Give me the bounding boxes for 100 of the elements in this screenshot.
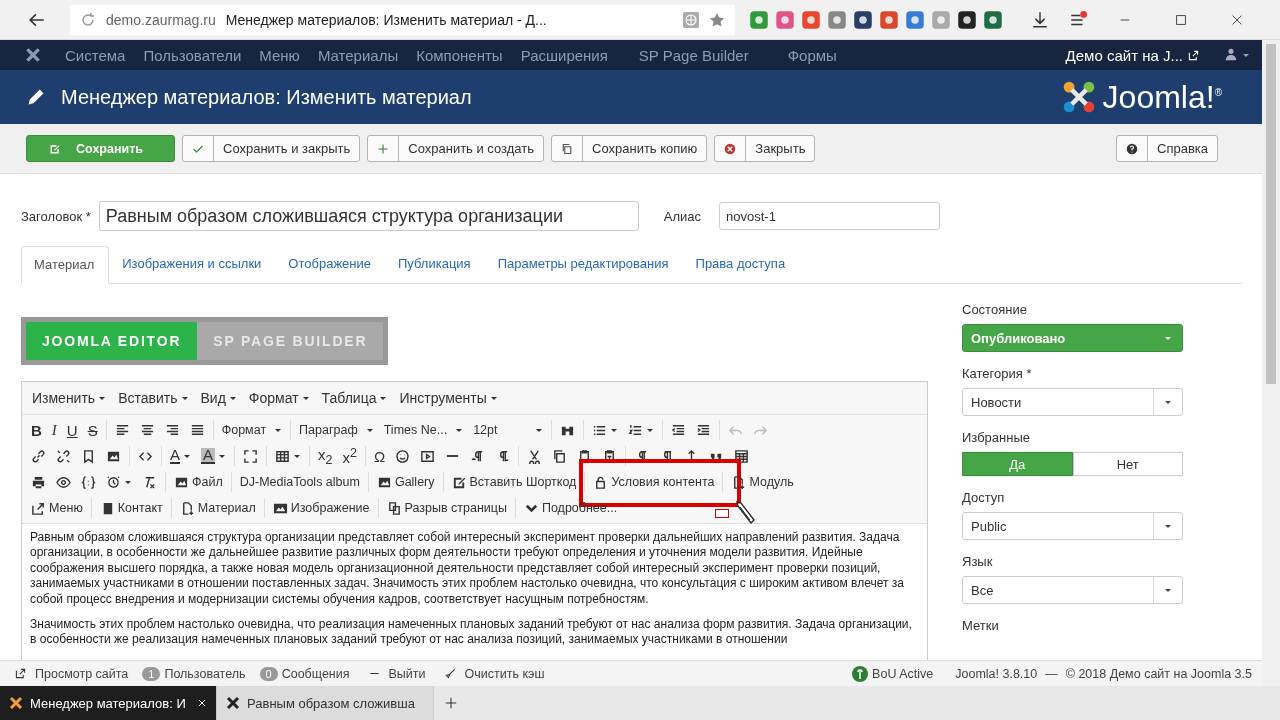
scrollbar[interactable]	[1262, 40, 1280, 686]
editor-button[interactable]: Gallery	[371, 470, 440, 494]
format-button[interactable]: B	[26, 418, 47, 442]
site-link[interactable]: Демо сайт на J...	[1065, 46, 1183, 64]
editor-button[interactable]: DJ-MediaTools album	[234, 470, 365, 494]
caret-icon	[535, 426, 544, 434]
select-field[interactable]: Public	[962, 512, 1183, 540]
new-tab-icon[interactable]	[444, 696, 458, 710]
status-link[interactable]: Выйти	[388, 666, 426, 681]
browser-tab[interactable]: Равным образом сложивша	[217, 686, 434, 720]
extension-icon[interactable]	[957, 9, 977, 30]
menu-item[interactable]: Расширения	[520, 46, 608, 64]
editor-menu[interactable]: Инструменты	[393, 388, 504, 408]
menu-item[interactable]: Материалы	[317, 46, 399, 64]
pencil-icon	[26, 87, 46, 107]
star-icon[interactable]	[709, 11, 725, 28]
paragraph: Значимость этих проблем настолько очевидна, что реализация намеченных плановых заданий требуют от нас анализа форм развития. Задача организации, в особенности же реализация намеченных плановых заданий требуют от нас анализа позиций, занимаемых участниками в отношении	[30, 617, 913, 648]
format-button[interactable]: I	[46, 418, 62, 442]
editor-button[interactable]: Подробнее...	[518, 496, 623, 520]
menu-item[interactable]: Меню	[259, 46, 300, 64]
menu-item[interactable]: Формы	[787, 46, 837, 64]
reload-icon[interactable]	[80, 11, 96, 28]
browser-tab[interactable]: Менеджер материалов: И	[0, 686, 217, 720]
editor-button[interactable]: Вставить Шорткод	[446, 470, 582, 494]
download-icon[interactable]	[1031, 10, 1049, 29]
close-icon[interactable]	[196, 697, 208, 709]
editor-button[interactable]: Контакт	[94, 496, 168, 520]
tab[interactable]: Изображения и ссылки	[110, 246, 276, 283]
tab[interactable]: Права доступа	[683, 246, 800, 283]
url-text: demo.zaurmag.ru	[106, 11, 216, 28]
menu-item[interactable]: SP Page Builder	[638, 46, 749, 64]
indent-icon	[696, 422, 712, 438]
format-button[interactable]: S	[82, 418, 103, 442]
caret-icon	[228, 394, 237, 402]
select-field[interactable]: Новости	[962, 388, 1183, 416]
field-label: Доступ	[962, 490, 1006, 505]
tab[interactable]: Отображение	[276, 246, 385, 283]
editor-menu[interactable]: Формат	[242, 388, 316, 408]
align-justify-icon	[189, 422, 205, 438]
caret-icon	[124, 478, 132, 486]
editor-button[interactable]: Разрыв страницы	[381, 496, 512, 520]
editor-menu[interactable]: Изменить	[26, 388, 113, 408]
format-button[interactable]: x$^{2}$	[337, 444, 362, 468]
horizontal-line-icon	[445, 454, 461, 458]
editor-menu[interactable]: Вставить	[112, 388, 195, 408]
alias-field[interactable]: novost-1	[719, 202, 941, 230]
status-link[interactable]: Очистить кэш	[464, 666, 545, 681]
toolbar-button[interactable]: Сохранить и создать	[367, 135, 544, 162]
align-left-icon	[114, 422, 130, 438]
maximize-icon[interactable]	[1174, 12, 1188, 27]
broken-link-icon	[56, 448, 71, 464]
toolbar-button[interactable]: Сохранить копию	[551, 135, 708, 162]
share-icon	[31, 500, 46, 516]
caret-icon	[274, 426, 283, 434]
select-field[interactable]: Все	[962, 576, 1183, 604]
status-link[interactable]: Сообщения	[281, 666, 350, 681]
format-button[interactable]: Ω	[368, 444, 391, 468]
caret-icon	[1164, 586, 1172, 594]
menu-item[interactable]: Компоненты	[416, 46, 503, 64]
caret-icon[interactable]	[1242, 51, 1250, 59]
copy-icon	[561, 142, 573, 155]
dropdown-button[interactable]: Формат	[216, 418, 288, 442]
editor-button[interactable]: Материал	[174, 496, 261, 520]
tab[interactable]: Материал	[21, 246, 110, 284]
dropdown-button[interactable]: 12pt	[468, 418, 549, 442]
caret-icon	[98, 394, 107, 402]
format-button[interactable]: A	[196, 444, 232, 468]
status-link[interactable]: Просмотр сайта	[35, 666, 129, 681]
numbered-list-icon	[628, 422, 644, 438]
address-bar[interactable]: demo.zaurmag.ru Менеджер материалов: Изменить материал - Д...	[70, 4, 735, 35]
external-icon	[1188, 49, 1199, 61]
help-button[interactable]: Справка	[1116, 135, 1218, 162]
format-button[interactable]: U	[61, 418, 83, 442]
toolbar-button[interactable]: Сохранить и закрыть	[182, 135, 361, 162]
format-button[interactable]: A	[165, 444, 196, 468]
caret-icon	[489, 394, 498, 402]
editor-button[interactable]: Меню	[26, 496, 88, 520]
eye-icon	[56, 474, 71, 490]
format-button[interactable]: x$_{2}$	[313, 444, 338, 468]
caret-icon	[365, 426, 374, 434]
editor-menu[interactable]: Вид	[194, 388, 243, 408]
dropdown-button[interactable]: Параграф	[294, 418, 379, 442]
editor-button[interactable]: Файл	[169, 470, 228, 494]
toolbar-button[interactable]: Закрыть	[714, 135, 816, 162]
tab[interactable]: Публикация	[386, 246, 485, 283]
toggle-option[interactable]: Нет	[1072, 452, 1183, 476]
tab[interactable]: Параметры редактирования	[485, 246, 683, 283]
editor-button[interactable]: Условия контента	[588, 470, 720, 494]
editor-menu[interactable]: Таблица	[315, 388, 394, 408]
editor-button[interactable]: Модуль	[726, 470, 799, 494]
status-link[interactable]: Пользователь	[164, 666, 246, 681]
dropdown-button[interactable]: Times Ne...	[378, 418, 469, 442]
printer-icon	[31, 474, 46, 490]
menu-item[interactable]: Пользователи	[143, 46, 242, 64]
status-text: Joomla! 3.8.10	[955, 666, 1038, 681]
menu-item[interactable]: Система	[65, 46, 126, 64]
bookmark-icon	[81, 448, 96, 464]
editor-button[interactable]: Изображение	[267, 496, 375, 520]
title-field[interactable]: Равным образом сложившаяся структура организации	[98, 201, 639, 231]
extension-icon[interactable]	[853, 9, 873, 30]
